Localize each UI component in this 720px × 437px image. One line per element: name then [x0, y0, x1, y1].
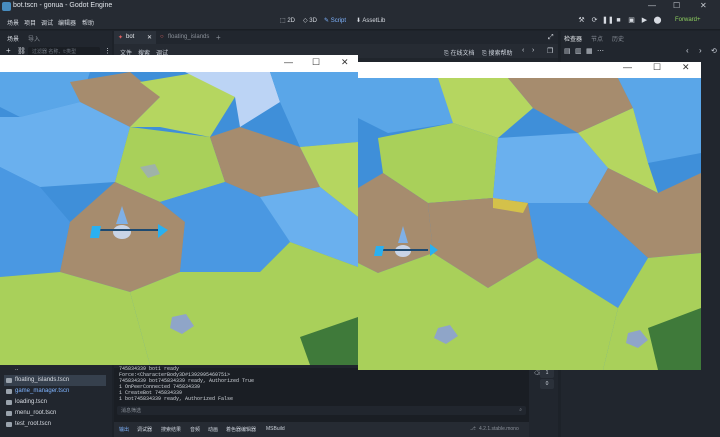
- renderer-select[interactable]: Forward+: [675, 17, 701, 23]
- tab-node[interactable]: 节点: [591, 34, 603, 43]
- workspace-script-button[interactable]: ✎ Script: [324, 17, 346, 24]
- game-viewport-right[interactable]: [358, 78, 701, 370]
- scene-file-icon: [6, 422, 12, 427]
- next-object-icon[interactable]: ›: [699, 46, 702, 55]
- tab-audio[interactable]: 音频: [190, 426, 200, 433]
- window-close-button[interactable]: ✕: [700, 1, 707, 10]
- history-icon[interactable]: ⟲: [711, 47, 717, 55]
- scene-tab-icon: ✦: [118, 35, 124, 41]
- workspace-3d-button[interactable]: ◇ 3D: [303, 17, 317, 24]
- file-row[interactable]: floating_islands.tscn: [4, 375, 106, 386]
- prev-object-icon[interactable]: ‹: [686, 46, 689, 55]
- tab-scene[interactable]: 场景: [7, 34, 19, 43]
- add-tab-button[interactable]: +: [216, 33, 221, 42]
- window-minimize-button[interactable]: —: [648, 1, 656, 10]
- game-window-right: — ☐ ✕: [358, 62, 701, 370]
- warning-count[interactable]: 0: [540, 379, 554, 389]
- tab-search-results[interactable]: 搜索结果: [161, 426, 181, 433]
- menu-editor[interactable]: 编辑器: [58, 18, 76, 27]
- pause-icon[interactable]: ❚❚: [602, 16, 614, 25]
- load-resource-icon[interactable]: ▥: [575, 47, 582, 55]
- window-title: bot.tscn - gonua - Godot Engine: [13, 2, 113, 9]
- tab-debugger[interactable]: 调试器: [137, 426, 152, 433]
- scene-file-icon: [6, 411, 12, 416]
- message-filter-input[interactable]: 消息筛选 ⌕: [117, 406, 526, 415]
- tab-shader-editor[interactable]: 着色器编辑器: [226, 426, 256, 433]
- workspace-assetlib-button[interactable]: ⬇ AssetLib: [356, 17, 385, 24]
- more-icon[interactable]: ⋮: [104, 47, 111, 55]
- menu-project[interactable]: 项目: [24, 18, 36, 27]
- distraction-free-icon[interactable]: ⤢: [548, 34, 554, 42]
- tab-import[interactable]: 导入: [28, 34, 40, 43]
- tab-output[interactable]: 输出: [119, 426, 129, 433]
- scene-file-icon: [6, 400, 12, 405]
- history-back-icon[interactable]: ‹: [522, 47, 524, 54]
- version-label: 4.2.1.stable.mono: [479, 426, 519, 432]
- online-docs-button[interactable]: ⎘ 在线文档: [444, 48, 474, 58]
- output-side-toolbar: ⌫ 1 0: [529, 368, 558, 437]
- game-window-close-button[interactable]: ✕: [341, 57, 349, 68]
- save-resource-icon[interactable]: ▦: [586, 47, 593, 55]
- scene-file-icon: [6, 378, 12, 383]
- play-scene-icon[interactable]: ▣: [627, 16, 636, 25]
- float-window-icon[interactable]: ❐: [547, 47, 553, 55]
- game-window-left: — ☐ ✕: [0, 55, 358, 365]
- output-panel: 745834339 bot1 ready Force:<CharacterBod…: [114, 366, 529, 437]
- game-viewport-left[interactable]: [0, 72, 358, 365]
- stop-icon[interactable]: ■: [614, 16, 623, 25]
- game-window-minimize-button[interactable]: —: [284, 57, 293, 67]
- log-line: 1 bot745834339 ready, Authorized False: [119, 396, 234, 402]
- scene-file-icon: [6, 389, 12, 394]
- scene-tab-icon: ○: [160, 34, 164, 40]
- menu-bar: 场景 项目 调试 编辑器 帮助 ⬚ 2D ◇ 3D ✎ Script ⬇ Ass…: [0, 13, 720, 30]
- movie-mode-icon[interactable]: ⬤: [653, 16, 662, 25]
- search-icon: ⌕: [519, 407, 522, 413]
- new-resource-icon[interactable]: ▤: [564, 47, 571, 55]
- game-window-minimize-button[interactable]: —: [623, 62, 632, 72]
- bottom-panel-tabs: 输出 调试器 搜索结果 音频 动画 着色器编辑器 MSBuild ⎇ 4.2.1…: [114, 422, 529, 437]
- file-row[interactable]: ..: [4, 364, 106, 375]
- link-icon[interactable]: ⛓: [17, 47, 26, 55]
- history-forward-icon[interactable]: ›: [532, 47, 534, 54]
- menu-debug[interactable]: 调试: [41, 18, 53, 27]
- game-window-maximize-button[interactable]: ☐: [312, 57, 320, 68]
- remote-debug-icon[interactable]: ⚒: [577, 16, 586, 25]
- window-maximize-button[interactable]: ☐: [673, 1, 680, 10]
- tab-floating-islands[interactable]: ○ floating_islands: [156, 31, 214, 44]
- game-window-close-button[interactable]: ✕: [682, 62, 690, 73]
- editor-tab-bar: ✦ bot ✕ ○ floating_islands + ⤢: [114, 31, 558, 44]
- tab-msbuild[interactable]: MSBuild: [266, 426, 285, 432]
- file-row[interactable]: loading.tscn: [4, 397, 106, 408]
- title-bar: bot.tscn - gonua - Godot Engine — ☐ ✕: [0, 0, 720, 13]
- tab-animation[interactable]: 动画: [208, 426, 218, 433]
- reload-icon[interactable]: ⟳: [590, 16, 599, 25]
- script-icon: ✎: [324, 18, 331, 24]
- play-custom-icon[interactable]: ▶: [640, 16, 649, 25]
- workspace-2d-button[interactable]: ⬚ 2D: [280, 17, 295, 24]
- resource-menu-icon[interactable]: ⋯: [597, 47, 604, 55]
- tab-bot[interactable]: ✦ bot ✕: [114, 31, 156, 44]
- add-node-icon[interactable]: +: [6, 46, 11, 55]
- search-help-button[interactable]: ⎘ 搜索帮助: [482, 48, 512, 58]
- file-row[interactable]: game_manager.tscn: [4, 386, 106, 397]
- game-window-maximize-button[interactable]: ☐: [653, 62, 661, 73]
- file-row[interactable]: test_root.tscn: [4, 419, 106, 430]
- tab-history[interactable]: 历史: [612, 34, 624, 43]
- version-icon: ⎇: [470, 426, 476, 432]
- file-row[interactable]: menu_root.tscn: [4, 408, 106, 419]
- tab-inspector[interactable]: 检查器: [564, 34, 582, 43]
- close-tab-icon[interactable]: ✕: [147, 34, 152, 41]
- menu-scene[interactable]: 场景: [7, 18, 19, 27]
- menu-help[interactable]: 帮助: [82, 18, 94, 27]
- godot-logo-icon: [2, 2, 11, 11]
